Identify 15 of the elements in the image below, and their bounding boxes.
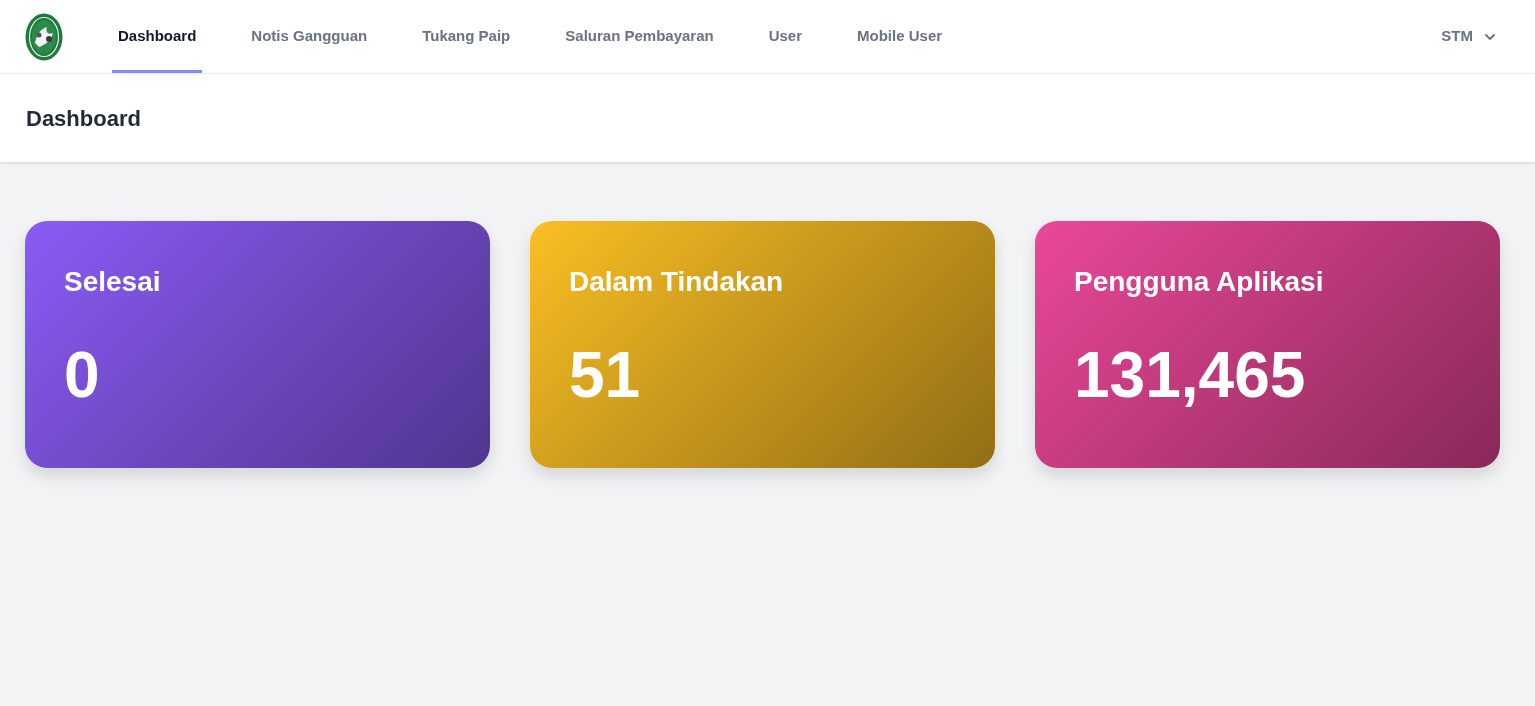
chevron-down-icon bbox=[1485, 33, 1495, 40]
card-title: Dalam Tindakan bbox=[569, 265, 784, 299]
page-title: Dashboard bbox=[26, 104, 141, 133]
card-value: 0 bbox=[64, 339, 100, 411]
nav-tab[interactable]: Notis Gangguan bbox=[245, 0, 374, 73]
nav-tab[interactable]: Saluran Pembayaran bbox=[559, 0, 720, 73]
nav-tab[interactable]: Tukang Paip bbox=[416, 0, 517, 73]
user-menu-button[interactable]: STM bbox=[1441, 25, 1495, 48]
card-value: 131,465 bbox=[1074, 339, 1306, 411]
nav-tab[interactable]: User bbox=[762, 0, 809, 73]
card-title: Selesai bbox=[64, 265, 161, 299]
logo-icon bbox=[25, 12, 63, 61]
card-value: 51 bbox=[569, 339, 641, 411]
card-title: Pengguna Aplikasi bbox=[1074, 265, 1324, 299]
nav-tab[interactable]: Mobile User bbox=[851, 0, 949, 73]
